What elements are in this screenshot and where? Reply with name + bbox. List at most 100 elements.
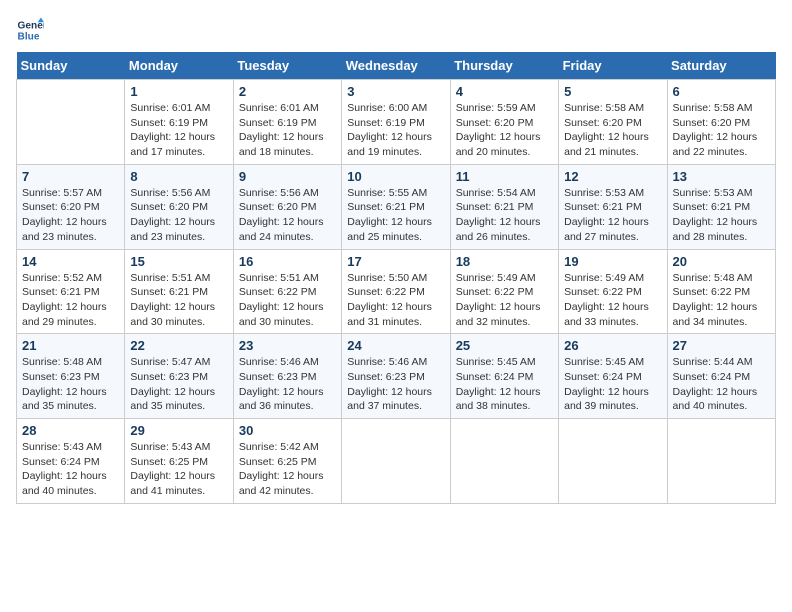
calendar-cell: 23 Sunrise: 5:46 AM Sunset: 6:23 PM Dayli…: [233, 334, 341, 419]
day-number: 11: [456, 169, 553, 184]
day-number: 30: [239, 423, 336, 438]
calendar-cell: 2 Sunrise: 6:01 AM Sunset: 6:19 PM Daylig…: [233, 80, 341, 165]
day-number: 20: [673, 254, 770, 269]
header: General Blue: [16, 16, 776, 44]
day-info: Sunrise: 6:01 AM Sunset: 6:19 PM Dayligh…: [130, 101, 227, 160]
day-info: Sunrise: 5:53 AM Sunset: 6:21 PM Dayligh…: [564, 186, 661, 245]
calendar-cell: 27 Sunrise: 5:44 AM Sunset: 6:24 PM Dayli…: [667, 334, 775, 419]
day-header-thursday: Thursday: [450, 52, 558, 80]
calendar-cell: 25 Sunrise: 5:45 AM Sunset: 6:24 PM Dayli…: [450, 334, 558, 419]
day-info: Sunrise: 5:59 AM Sunset: 6:20 PM Dayligh…: [456, 101, 553, 160]
day-info: Sunrise: 5:52 AM Sunset: 6:21 PM Dayligh…: [22, 271, 119, 330]
day-info: Sunrise: 5:48 AM Sunset: 6:23 PM Dayligh…: [22, 355, 119, 414]
day-info: Sunrise: 5:58 AM Sunset: 6:20 PM Dayligh…: [564, 101, 661, 160]
calendar-cell: 10 Sunrise: 5:55 AM Sunset: 6:21 PM Dayli…: [342, 164, 450, 249]
day-number: 9: [239, 169, 336, 184]
day-number: 14: [22, 254, 119, 269]
calendar-cell: 24 Sunrise: 5:46 AM Sunset: 6:23 PM Dayli…: [342, 334, 450, 419]
day-number: 1: [130, 84, 227, 99]
day-number: 28: [22, 423, 119, 438]
day-number: 22: [130, 338, 227, 353]
day-header-tuesday: Tuesday: [233, 52, 341, 80]
day-info: Sunrise: 5:58 AM Sunset: 6:20 PM Dayligh…: [673, 101, 770, 160]
week-row-2: 7Sunrise: 5:57 AM Sunset: 6:20 PM Daylig…: [17, 164, 776, 249]
day-info: Sunrise: 5:55 AM Sunset: 6:21 PM Dayligh…: [347, 186, 444, 245]
day-number: 23: [239, 338, 336, 353]
day-number: 10: [347, 169, 444, 184]
calendar-cell: 5Sunrise: 5:58 AM Sunset: 6:20 PM Daylig…: [559, 80, 667, 165]
calendar-cell: 22 Sunrise: 5:47 AM Sunset: 6:23 PM Dayli…: [125, 334, 233, 419]
calendar-table: SundayMondayTuesdayWednesdayThursdayFrid…: [16, 52, 776, 504]
day-number: 8: [130, 169, 227, 184]
day-number: 25: [456, 338, 553, 353]
day-number: 2: [239, 84, 336, 99]
day-number: 18: [456, 254, 553, 269]
day-header-wednesday: Wednesday: [342, 52, 450, 80]
day-info: Sunrise: 5:43 AM Sunset: 6:24 PM Dayligh…: [22, 440, 119, 499]
calendar-cell: [667, 419, 775, 504]
day-info: Sunrise: 5:45 AM Sunset: 6:24 PM Dayligh…: [564, 355, 661, 414]
day-header-friday: Friday: [559, 52, 667, 80]
calendar-cell: 6 Sunrise: 5:58 AM Sunset: 6:20 PM Daylig…: [667, 80, 775, 165]
day-number: 7: [22, 169, 119, 184]
calendar-cell: [17, 80, 125, 165]
day-info: Sunrise: 5:48 AM Sunset: 6:22 PM Dayligh…: [673, 271, 770, 330]
day-info: Sunrise: 5:56 AM Sunset: 6:20 PM Dayligh…: [239, 186, 336, 245]
day-info: Sunrise: 5:47 AM Sunset: 6:23 PM Dayligh…: [130, 355, 227, 414]
header-row: SundayMondayTuesdayWednesdayThursdayFrid…: [17, 52, 776, 80]
day-info: Sunrise: 6:01 AM Sunset: 6:19 PM Dayligh…: [239, 101, 336, 160]
calendar-cell: 3Sunrise: 6:00 AM Sunset: 6:19 PM Daylig…: [342, 80, 450, 165]
day-info: Sunrise: 5:53 AM Sunset: 6:21 PM Dayligh…: [673, 186, 770, 245]
day-info: Sunrise: 5:42 AM Sunset: 6:25 PM Dayligh…: [239, 440, 336, 499]
calendar-cell: 9 Sunrise: 5:56 AM Sunset: 6:20 PM Daylig…: [233, 164, 341, 249]
day-number: 3: [347, 84, 444, 99]
logo-icon: General Blue: [16, 16, 44, 44]
calendar-cell: 15 Sunrise: 5:51 AM Sunset: 6:21 PM Dayli…: [125, 249, 233, 334]
calendar-cell: [559, 419, 667, 504]
calendar-cell: 12Sunrise: 5:53 AM Sunset: 6:21 PM Dayli…: [559, 164, 667, 249]
week-row-3: 14 Sunrise: 5:52 AM Sunset: 6:21 PM Dayli…: [17, 249, 776, 334]
calendar-cell: 4 Sunrise: 5:59 AM Sunset: 6:20 PM Daylig…: [450, 80, 558, 165]
day-info: Sunrise: 5:54 AM Sunset: 6:21 PM Dayligh…: [456, 186, 553, 245]
day-number: 4: [456, 84, 553, 99]
day-info: Sunrise: 5:46 AM Sunset: 6:23 PM Dayligh…: [347, 355, 444, 414]
calendar-cell: 8Sunrise: 5:56 AM Sunset: 6:20 PM Daylig…: [125, 164, 233, 249]
calendar-cell: 29 Sunrise: 5:43 AM Sunset: 6:25 PM Dayli…: [125, 419, 233, 504]
calendar-cell: 26 Sunrise: 5:45 AM Sunset: 6:24 PM Dayli…: [559, 334, 667, 419]
day-number: 17: [347, 254, 444, 269]
day-number: 27: [673, 338, 770, 353]
day-info: Sunrise: 5:51 AM Sunset: 6:22 PM Dayligh…: [239, 271, 336, 330]
day-number: 16: [239, 254, 336, 269]
calendar-cell: 13 Sunrise: 5:53 AM Sunset: 6:21 PM Dayli…: [667, 164, 775, 249]
day-number: 21: [22, 338, 119, 353]
day-number: 26: [564, 338, 661, 353]
day-header-sunday: Sunday: [17, 52, 125, 80]
day-info: Sunrise: 5:44 AM Sunset: 6:24 PM Dayligh…: [673, 355, 770, 414]
day-info: Sunrise: 5:45 AM Sunset: 6:24 PM Dayligh…: [456, 355, 553, 414]
day-info: Sunrise: 5:50 AM Sunset: 6:22 PM Dayligh…: [347, 271, 444, 330]
calendar-cell: 19Sunrise: 5:49 AM Sunset: 6:22 PM Dayli…: [559, 249, 667, 334]
day-number: 24: [347, 338, 444, 353]
day-info: Sunrise: 5:46 AM Sunset: 6:23 PM Dayligh…: [239, 355, 336, 414]
day-info: Sunrise: 5:51 AM Sunset: 6:21 PM Dayligh…: [130, 271, 227, 330]
calendar-cell: 20 Sunrise: 5:48 AM Sunset: 6:22 PM Dayli…: [667, 249, 775, 334]
calendar-cell: [342, 419, 450, 504]
day-number: 6: [673, 84, 770, 99]
day-header-saturday: Saturday: [667, 52, 775, 80]
day-info: Sunrise: 5:49 AM Sunset: 6:22 PM Dayligh…: [564, 271, 661, 330]
day-number: 29: [130, 423, 227, 438]
day-info: Sunrise: 5:43 AM Sunset: 6:25 PM Dayligh…: [130, 440, 227, 499]
day-number: 13: [673, 169, 770, 184]
logo: General Blue: [16, 16, 48, 44]
calendar-cell: 30 Sunrise: 5:42 AM Sunset: 6:25 PM Dayli…: [233, 419, 341, 504]
calendar-cell: 28 Sunrise: 5:43 AM Sunset: 6:24 PM Dayli…: [17, 419, 125, 504]
day-number: 15: [130, 254, 227, 269]
calendar-cell: 16 Sunrise: 5:51 AM Sunset: 6:22 PM Dayli…: [233, 249, 341, 334]
week-row-5: 28 Sunrise: 5:43 AM Sunset: 6:24 PM Dayli…: [17, 419, 776, 504]
calendar-cell: 11 Sunrise: 5:54 AM Sunset: 6:21 PM Dayli…: [450, 164, 558, 249]
calendar-cell: 14 Sunrise: 5:52 AM Sunset: 6:21 PM Dayli…: [17, 249, 125, 334]
calendar-cell: 1 Sunrise: 6:01 AM Sunset: 6:19 PM Daylig…: [125, 80, 233, 165]
calendar-cell: 17 Sunrise: 5:50 AM Sunset: 6:22 PM Dayli…: [342, 249, 450, 334]
svg-text:Blue: Blue: [18, 31, 40, 42]
calendar-cell: 7Sunrise: 5:57 AM Sunset: 6:20 PM Daylig…: [17, 164, 125, 249]
